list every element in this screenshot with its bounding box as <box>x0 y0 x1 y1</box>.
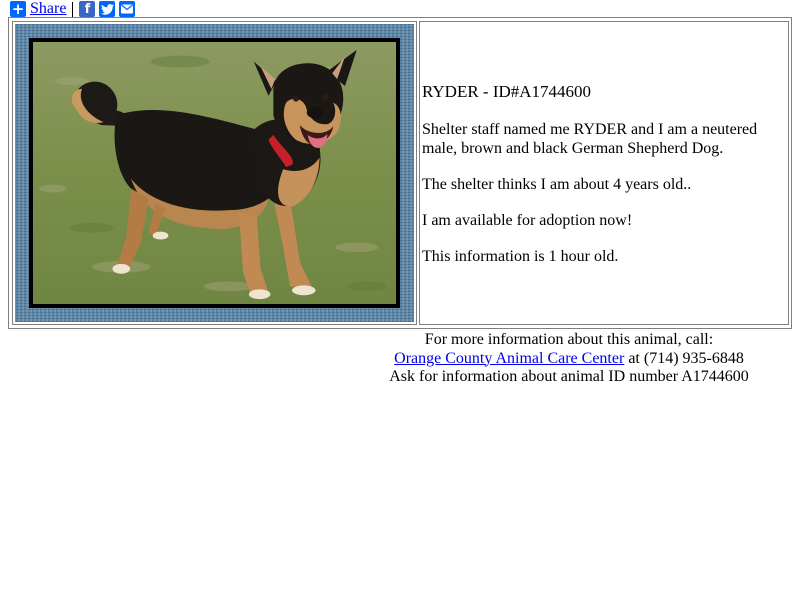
contact-line3: Ask for information about animal ID numb… <box>389 368 749 385</box>
animal-description: Shelter staff named me RYDER and I am a … <box>422 121 758 157</box>
animal-details: RYDER - ID#A1744600 Shelter staff named … <box>422 82 772 283</box>
animal-table: RYDER - ID#A1744600 Shelter staff named … <box>8 17 792 329</box>
facebook-icon[interactable]: f <box>79 1 96 17</box>
plus-icon[interactable]: + <box>10 1 26 17</box>
email-icon[interactable] <box>119 1 136 17</box>
contact-line2: Orange County Animal Care Center at (714… <box>360 350 778 369</box>
info-cell: RYDER - ID#A1744600 Shelter staff named … <box>419 21 789 325</box>
share-link[interactable]: Share <box>30 0 66 18</box>
info-freshness: This information is 1 hour old. <box>422 248 619 265</box>
contact-line1: For more information about this animal, … <box>424 331 714 348</box>
photo-cell <box>12 21 417 325</box>
animal-photo <box>29 38 400 308</box>
photo-frame <box>15 24 414 322</box>
phone-text: at (714) 935-6848 <box>624 349 744 367</box>
animal-availability: I am available for adoption now! <box>422 212 633 229</box>
contact-info: For more information about this animal, … <box>360 331 778 387</box>
center-link[interactable]: Orange County Animal Care Center <box>394 350 624 367</box>
animal-title: RYDER - ID#A1744600 <box>422 82 592 101</box>
animal-age: The shelter thinks I am about 4 years ol… <box>422 176 692 193</box>
twitter-icon[interactable] <box>99 1 116 17</box>
share-bar: + Share f <box>10 0 139 18</box>
divider <box>72 1 74 17</box>
